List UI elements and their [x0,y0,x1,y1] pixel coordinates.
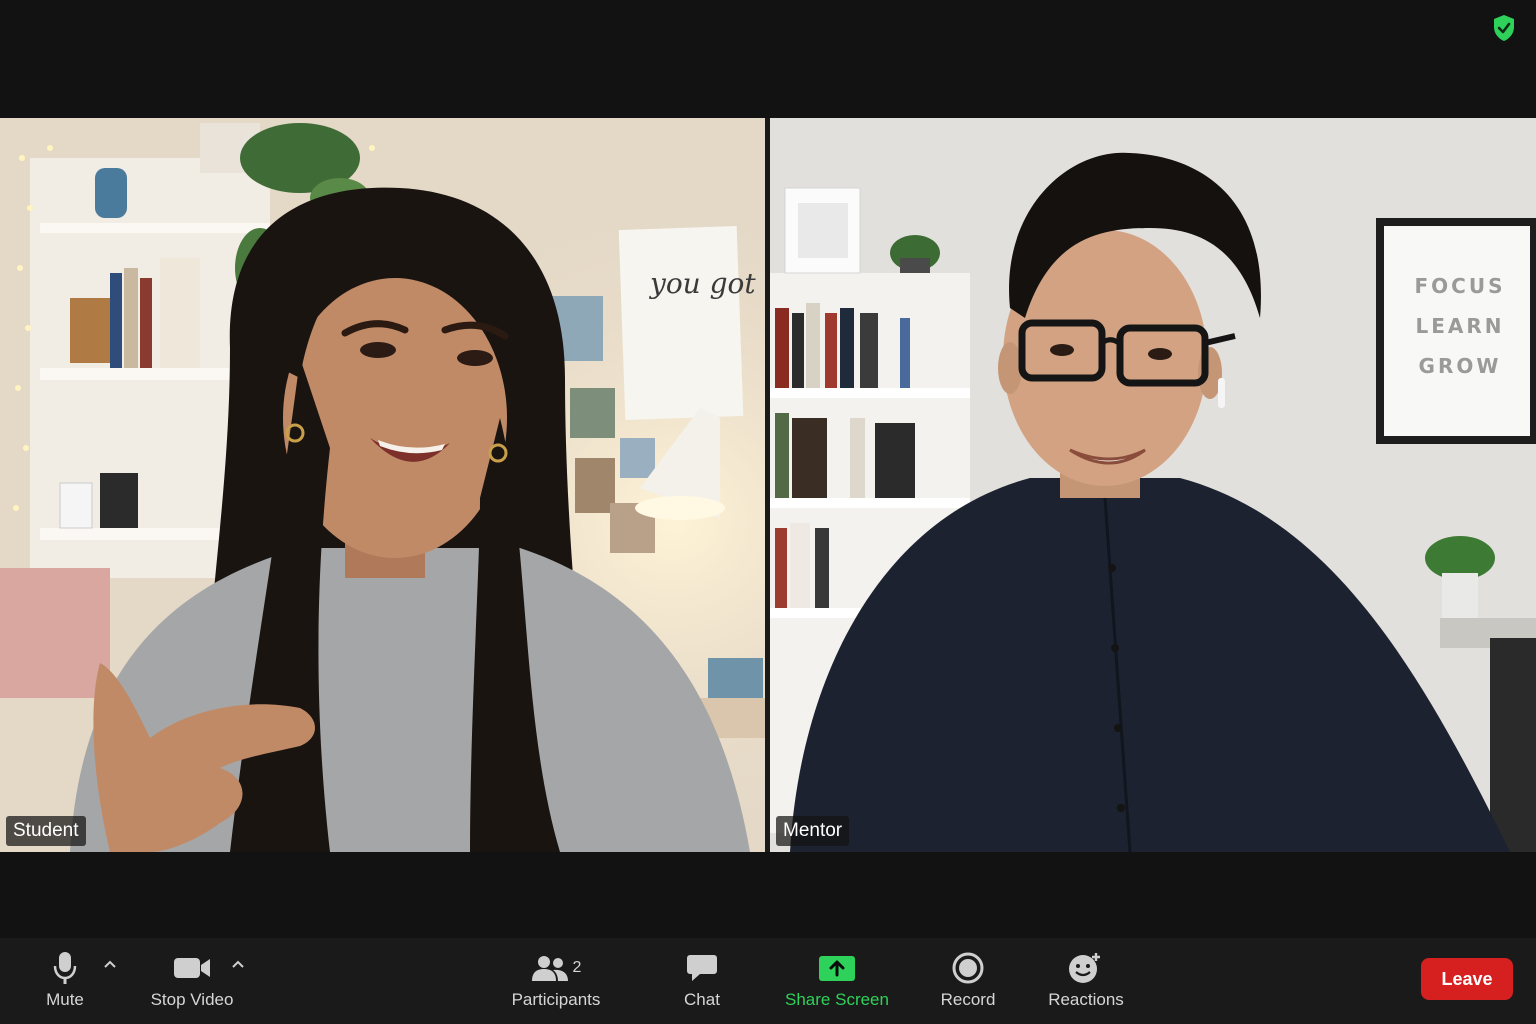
reactions-label: Reactions [1048,990,1124,1009]
record-icon [952,952,984,984]
mentor-video-feed: FOCUS LEARN GROW [770,118,1536,852]
chat-button[interactable]: Chat [672,938,732,1024]
mute-label: Mute [46,990,84,1009]
participant-name-label: Student [6,816,86,846]
video-camera-icon [174,958,210,978]
stop-video-button[interactable]: Stop Video [142,938,242,1024]
video-tile-student[interactable]: you got this ♡ [0,118,765,852]
emoji-add-icon [1069,953,1100,983]
record-label: Record [940,990,996,1009]
participant-name-label: Mentor [776,816,850,846]
chat-bubble-icon [687,955,717,981]
leave-button[interactable]: Leave [1421,958,1513,1000]
top-bar [0,0,1536,118]
share-screen-label: Share Screen [785,990,889,1009]
participants-label: Participants [511,990,601,1009]
video-options-chevron-icon[interactable] [230,958,246,970]
poster-word-2: LEARN [1415,314,1504,338]
people-icon [531,956,568,981]
chat-label: Chat [684,990,720,1009]
motivational-poster-text: you got this ♡ [648,267,765,300]
tile-divider [765,118,770,852]
poster-word-3: GROW [1419,354,1502,378]
stop-video-label: Stop Video [150,990,234,1009]
meeting-toolbar: Mute Stop Video 2 Participants Chat Shar… [0,938,1536,1024]
poster-word-1: FOCUS [1415,274,1506,298]
shield-check-icon[interactable] [1492,14,1516,42]
share-screen-button[interactable]: Share Screen [776,938,898,1024]
reactions-button[interactable]: Reactions [1040,938,1132,1024]
student-video-feed: you got this ♡ [0,118,765,852]
mute-button[interactable]: Mute [36,938,94,1024]
share-screen-icon [819,956,855,981]
microphone-icon [53,952,77,984]
record-button[interactable]: Record [934,938,1002,1024]
participant-count: 2 [572,959,582,976]
video-tile-mentor[interactable]: FOCUS LEARN GROW Mentor [770,118,1536,852]
participants-button[interactable]: 2 Participants [500,938,612,1024]
audio-options-chevron-icon[interactable] [102,958,118,970]
